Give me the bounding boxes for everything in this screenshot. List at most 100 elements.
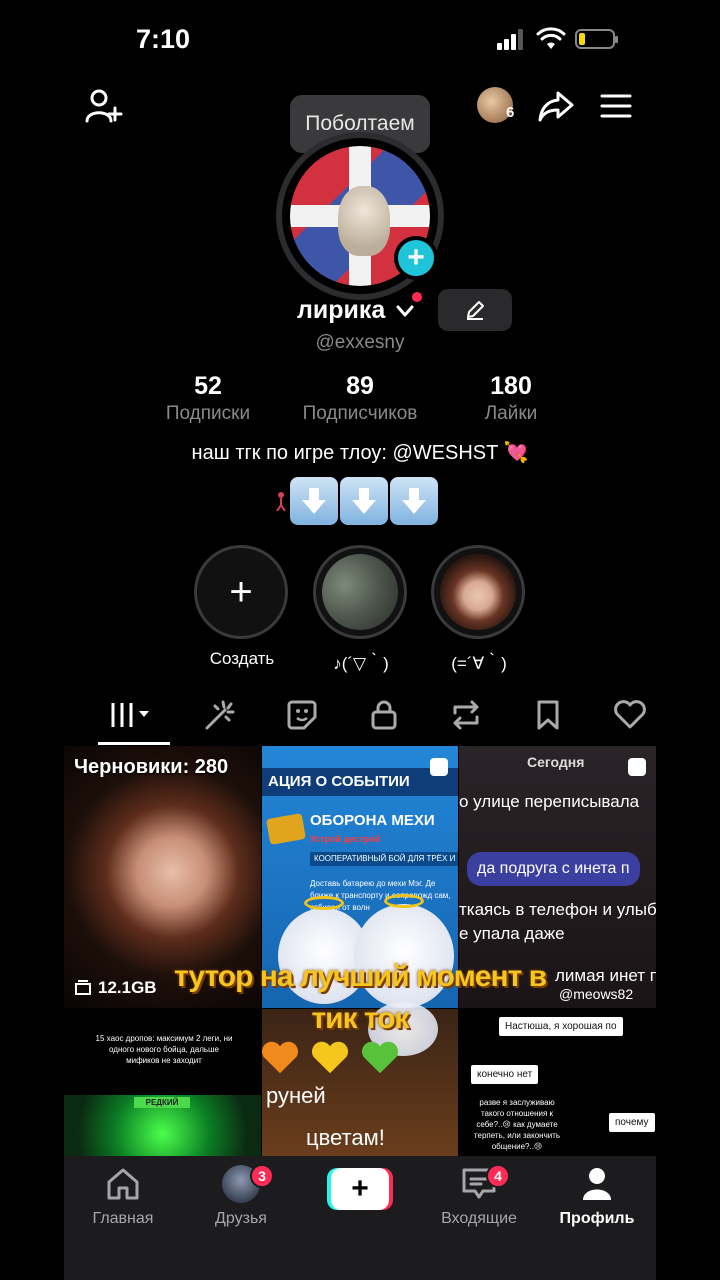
create-video-button[interactable]: + bbox=[327, 1168, 393, 1210]
heart-icon bbox=[311, 1041, 349, 1074]
bottom-nav: Главная 3 Друзья + 4 Входящие Профиль bbox=[64, 1156, 656, 1280]
drafts-size-value: 12.1GB bbox=[98, 978, 157, 997]
profile-name[interactable]: лирика bbox=[297, 296, 385, 325]
chat-line: ткаясь в телефон и улыб bbox=[459, 900, 656, 919]
multi-photo-icon bbox=[628, 758, 646, 776]
nav-label: Профиль bbox=[559, 1210, 635, 1227]
event-tagline: Устрой дестрой bbox=[310, 834, 381, 844]
highlight-2[interactable]: (=´∀｀) bbox=[431, 545, 527, 674]
halo-icon bbox=[384, 894, 424, 908]
signal-icon bbox=[497, 28, 525, 50]
person-icon bbox=[276, 492, 286, 511]
home-icon bbox=[107, 1168, 139, 1200]
friends-badge: 3 bbox=[250, 1164, 274, 1188]
drafts-size: 12.1GB bbox=[74, 978, 157, 998]
stat-label: Лайки bbox=[484, 403, 538, 424]
stat-value: 89 bbox=[346, 372, 374, 400]
status-time: 7:10 bbox=[136, 24, 191, 54]
nav-inbox[interactable]: 4 Входящие bbox=[424, 1164, 534, 1228]
stat-label: Подписки bbox=[165, 403, 251, 424]
chevron-down-icon[interactable] bbox=[396, 304, 414, 318]
nav-label: Друзья bbox=[215, 1210, 267, 1227]
nav-friends[interactable]: 3 Друзья bbox=[186, 1164, 296, 1228]
video-caption-overlay: тутор на лучший момент в тик ток bbox=[173, 960, 547, 1035]
chat-bubble: да подруга с инета п bbox=[467, 852, 640, 886]
bookmark-icon bbox=[537, 700, 559, 730]
event-subtitle: ОБОРОНА МЕХИ bbox=[310, 812, 435, 829]
tile-text: разве я заслуживаю такого отношения к се… bbox=[473, 1098, 561, 1151]
tab-videos[interactable] bbox=[104, 690, 164, 740]
down-arrow-icon bbox=[390, 477, 438, 525]
note-bubble: почему bbox=[609, 1113, 655, 1132]
grid-icon bbox=[111, 703, 149, 727]
highlight-create[interactable]: + Создать bbox=[194, 545, 290, 669]
stat-followers[interactable]: 89 Подписчиков bbox=[290, 372, 430, 425]
chat-line: е упала даже bbox=[459, 924, 565, 943]
bio-emoji-row bbox=[276, 476, 438, 526]
heart-icon bbox=[614, 700, 646, 729]
pencil-icon bbox=[467, 301, 484, 320]
notification-dot bbox=[412, 292, 422, 302]
tab-reposts[interactable] bbox=[436, 690, 496, 740]
stat-following[interactable]: 52 Подписки bbox=[138, 372, 278, 425]
profile-bio: наш тгк по игре тлоу: @WESHST 💘 bbox=[191, 442, 529, 464]
plus-icon: + bbox=[331, 1168, 389, 1210]
multi-photo-icon bbox=[430, 758, 448, 776]
battery-sticker bbox=[266, 813, 306, 845]
chat-line: о улице переписывала bbox=[459, 792, 640, 811]
inbox-badge: 4 bbox=[486, 1164, 510, 1188]
nav-label: Главная bbox=[92, 1210, 154, 1227]
active-tab-indicator bbox=[98, 742, 170, 745]
chat-line: лимая инет по bbox=[555, 966, 656, 985]
lock-icon bbox=[371, 700, 397, 730]
wifi-icon bbox=[536, 27, 566, 49]
tiktok-watermark: @meows82 bbox=[559, 986, 634, 1002]
folder-icon bbox=[75, 980, 91, 995]
stat-value: 180 bbox=[490, 372, 532, 400]
nav-profile[interactable]: Профиль bbox=[542, 1164, 652, 1228]
nav-home[interactable]: Главная bbox=[68, 1164, 178, 1228]
nav-label: Входящие bbox=[441, 1210, 517, 1227]
tab-private[interactable] bbox=[354, 690, 414, 740]
edit-profile-button[interactable] bbox=[438, 289, 512, 331]
menu-icon[interactable] bbox=[598, 88, 634, 124]
stat-likes[interactable]: 180 Лайки bbox=[441, 372, 581, 425]
highlight-label: (=´∀｀) bbox=[451, 654, 507, 673]
halo-icon bbox=[304, 896, 344, 910]
add-story-button[interactable]: + bbox=[394, 236, 438, 280]
sticker-icon bbox=[287, 700, 317, 730]
tile-text: цветам! bbox=[306, 1125, 385, 1150]
sparkle-icon bbox=[205, 700, 235, 730]
heart-icon bbox=[361, 1041, 399, 1074]
battery-icon bbox=[575, 29, 618, 49]
share-icon[interactable] bbox=[536, 86, 576, 126]
tab-stickers[interactable] bbox=[272, 690, 332, 740]
tab-sparkle[interactable] bbox=[190, 690, 250, 740]
tile-badge: РЕДКИЙ bbox=[134, 1097, 190, 1108]
stat-value: 52 bbox=[194, 372, 222, 400]
highlight-label: ♪(´▽｀) bbox=[333, 654, 389, 673]
highlight-label: Создать bbox=[209, 649, 275, 668]
highlight-cover bbox=[431, 545, 525, 639]
highlight-cover bbox=[313, 545, 407, 639]
repost-icon bbox=[453, 700, 479, 730]
tab-liked[interactable] bbox=[600, 690, 660, 740]
event-title: АЦИЯ О СОБЫТИИ bbox=[262, 768, 458, 796]
tile-text: руней bbox=[266, 1083, 326, 1108]
down-arrow-icon bbox=[340, 477, 388, 525]
event-mode: КООПЕРАТИВНЫЙ БОЙ ДЛЯ ТРЁХ И bbox=[310, 852, 458, 866]
name-row: лирика bbox=[0, 292, 720, 332]
heart-icon bbox=[261, 1041, 299, 1074]
chat-date: Сегодня bbox=[527, 754, 585, 770]
tab-saved[interactable] bbox=[518, 690, 578, 740]
profile-username: @exxesny bbox=[315, 332, 405, 353]
highlight-1[interactable]: ♪(´▽｀) bbox=[313, 545, 409, 674]
content-tabs bbox=[64, 690, 656, 746]
add-friend-icon[interactable] bbox=[84, 86, 124, 126]
status-bar: 7:10 bbox=[0, 0, 720, 80]
down-arrow-icon bbox=[290, 477, 338, 525]
stat-label: Подписчиков bbox=[302, 403, 418, 424]
plus-icon: + bbox=[194, 545, 288, 639]
note-bubble: конечно нет bbox=[471, 1065, 539, 1084]
drafts-label: Черновики: 280 bbox=[74, 756, 229, 778]
